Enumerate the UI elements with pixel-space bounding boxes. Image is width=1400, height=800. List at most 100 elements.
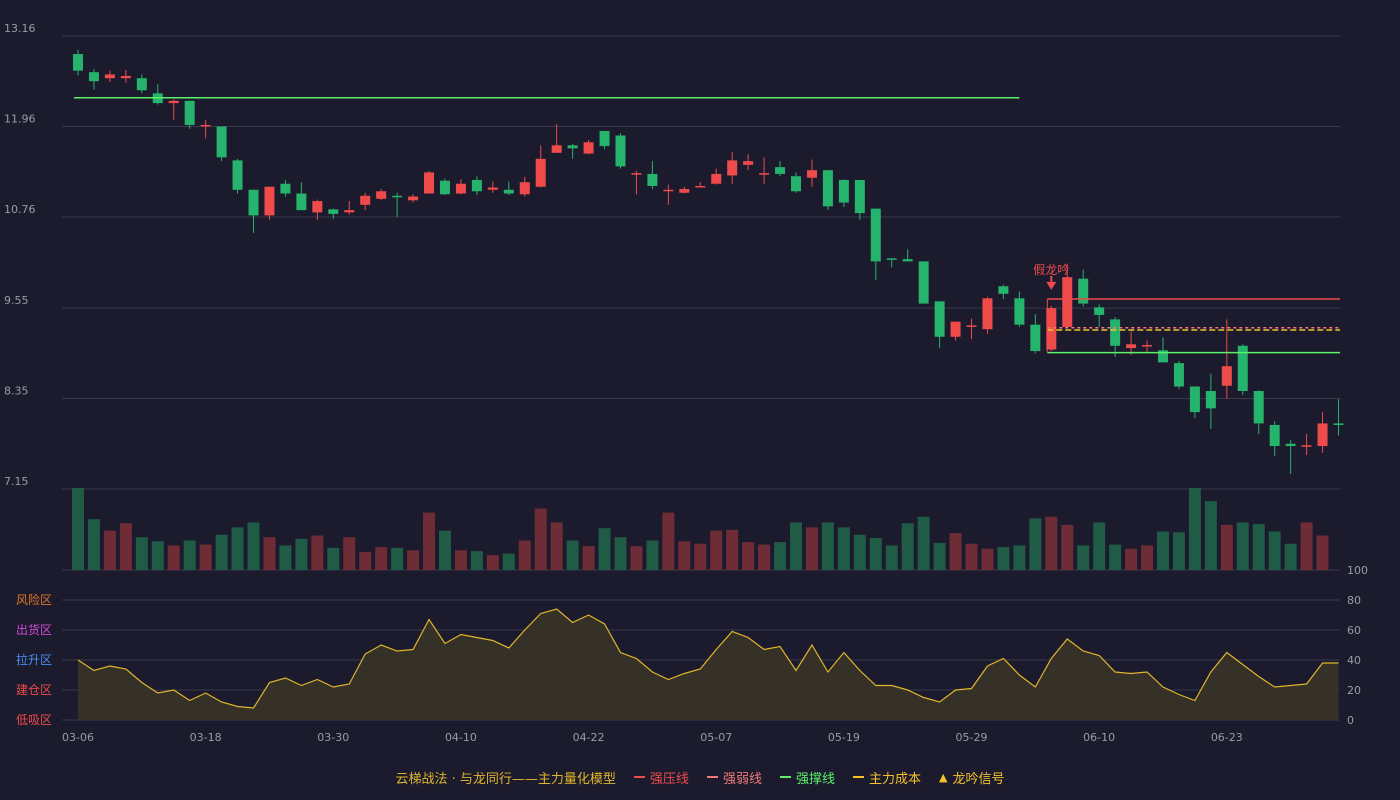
volume-bar — [391, 547, 404, 570]
volume-bar — [997, 547, 1010, 570]
volume-bar — [1061, 524, 1074, 570]
volume-bar — [151, 541, 164, 570]
candle-body — [248, 189, 259, 216]
date-tick-label: 05-19 — [828, 731, 860, 744]
candle-body — [1333, 423, 1344, 425]
candle-body — [759, 173, 770, 175]
candle-body — [439, 180, 450, 195]
volume-bar — [87, 519, 100, 570]
volume-bar — [1236, 522, 1249, 570]
candle-body — [1269, 424, 1280, 447]
candle-body — [1317, 423, 1328, 447]
volume-bar — [774, 542, 787, 570]
legend-label-support: 强撑线 — [795, 771, 835, 787]
candle-body — [1285, 443, 1296, 447]
legend-label-cost: 主力成本 — [868, 771, 921, 787]
candle-body — [136, 78, 147, 91]
legend-title: 云梯战法 · 与龙同行——主力量化模型 — [395, 771, 616, 787]
volume-bar — [327, 547, 340, 570]
volume-bar — [1188, 488, 1201, 570]
volume-bar — [407, 550, 420, 570]
volume-bar — [1252, 524, 1265, 570]
candle-body — [360, 195, 371, 205]
legend-item-cost[interactable]: 主力成本 — [852, 768, 921, 787]
candle-body — [998, 286, 1009, 294]
oscillator-tick-label: 0 — [1347, 714, 1354, 727]
date-tick-label: 03-30 — [317, 731, 349, 744]
volume-bar — [582, 546, 595, 570]
legend-item-signal[interactable]: ▲ 龙吟信号 — [939, 768, 1004, 787]
volume-bar — [1013, 545, 1026, 570]
support-swatch — [779, 776, 791, 778]
candle-body — [663, 189, 674, 192]
candle-body — [535, 158, 546, 187]
volume-bar — [486, 555, 499, 570]
volume-bar — [869, 538, 882, 570]
volume-bar — [534, 508, 547, 570]
volume-bar — [215, 534, 228, 570]
candle-body — [200, 124, 211, 127]
candle-body — [822, 170, 833, 207]
price-tick-label: 11.96 — [4, 112, 36, 125]
candle-body — [583, 142, 594, 154]
resistance-swatch — [633, 776, 645, 778]
volume-bar — [279, 545, 292, 570]
signal-arrow — [1046, 281, 1057, 290]
candle-body — [455, 183, 466, 194]
date-tick-label: 03-18 — [190, 731, 222, 744]
volume-bar — [103, 530, 116, 570]
volume-bar — [1029, 518, 1042, 570]
candle-body — [264, 186, 275, 216]
legend-label-signal: 龙吟信号 — [952, 771, 1005, 787]
date-tick-label: 06-23 — [1211, 731, 1243, 744]
volume-bar — [343, 537, 356, 570]
volume-bar — [1284, 543, 1297, 570]
candle-body — [503, 189, 514, 194]
candle-body — [1205, 391, 1216, 409]
candle-body — [1173, 363, 1184, 387]
candle-body — [743, 161, 754, 165]
legend: 云梯战法 · 与龙同行——主力量化模型 强压线 强弱线 强撑线 主力成本 ▲ 龙… — [0, 766, 1400, 788]
legend-item-support[interactable]: 强撑线 — [779, 768, 835, 787]
candle-body — [1110, 319, 1121, 346]
date-tick-label: 05-29 — [956, 731, 988, 744]
oscillator-zone-label: 拉升区 — [16, 652, 52, 667]
volume-bar — [901, 523, 914, 570]
volume-bar — [678, 541, 691, 570]
volume-bar — [1300, 522, 1313, 570]
legend-label-resistance: 强压线 — [649, 771, 689, 787]
stock-chart: 13.16 11.96 10.76 9.55 8.35 7.15 100 80 60 40 20 0 风… — [4, 22, 1368, 744]
candle-body — [551, 145, 562, 153]
candle-body — [1189, 386, 1200, 413]
oscillator-zone-label: 低吸区 — [16, 713, 52, 727]
volume-bar — [933, 542, 946, 570]
volume-bar — [135, 537, 148, 570]
volume-bar — [1045, 516, 1058, 570]
candle-body — [886, 258, 897, 260]
volume-bar — [311, 535, 324, 570]
volume-bar — [1125, 548, 1138, 570]
candle-body — [791, 176, 802, 192]
candle-body — [567, 145, 578, 149]
candle-body — [647, 173, 658, 186]
volume-bar — [1156, 531, 1169, 570]
candle-body — [806, 170, 817, 178]
volume-bar — [1172, 532, 1185, 570]
volume-bar — [598, 528, 611, 570]
candle-body — [775, 167, 786, 174]
candle-body — [1253, 391, 1264, 424]
oscillator-area — [78, 609, 1339, 720]
volume-bar — [550, 522, 563, 570]
price-tick-label: 9.55 — [4, 294, 29, 307]
volume-bar — [662, 512, 675, 570]
candle-body — [312, 201, 323, 213]
volume-bar — [981, 548, 994, 570]
volume-bar — [423, 512, 436, 570]
candle-body — [1078, 278, 1089, 304]
candle-body — [838, 179, 849, 203]
legend-item-weak[interactable]: 强弱线 — [706, 768, 762, 787]
candle-body — [982, 298, 993, 330]
signal-label: 假龙吟 — [1033, 262, 1069, 277]
candle-body — [679, 189, 690, 193]
legend-item-resistance[interactable]: 强压线 — [633, 768, 689, 787]
